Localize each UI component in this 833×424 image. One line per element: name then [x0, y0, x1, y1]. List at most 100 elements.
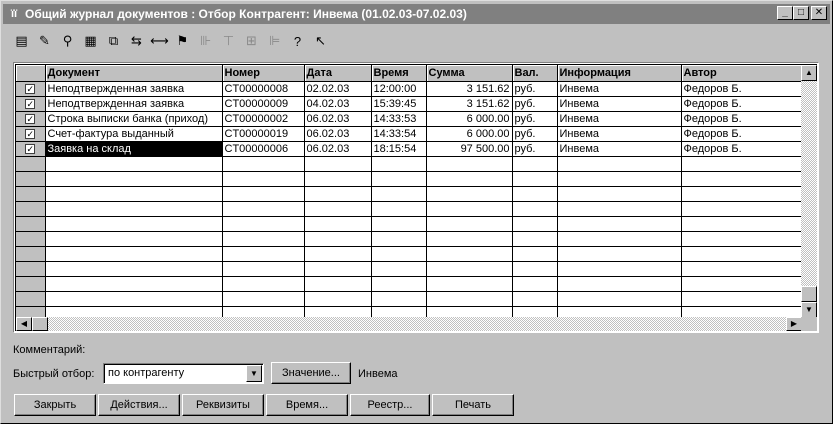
time-button[interactable]: Время...: [266, 394, 348, 416]
print-icon[interactable]: ▦: [80, 31, 101, 51]
scroll-left-button[interactable]: ◀: [16, 317, 32, 331]
cell-date: [304, 186, 372, 202]
table-row[interactable]: [16, 201, 803, 217]
minimize-button[interactable]: _: [777, 6, 793, 20]
column-header-currency[interactable]: Вал.: [512, 65, 558, 82]
row-marker: [16, 186, 46, 202]
close-button[interactable]: Закрыть: [14, 394, 96, 416]
cell-info: Инвема: [557, 96, 682, 112]
column-header-number[interactable]: Номер: [222, 65, 305, 82]
print-button[interactable]: Печать: [432, 394, 514, 416]
cell-num: CT00000002: [222, 111, 305, 127]
table-row[interactable]: [16, 291, 803, 307]
cell-time: 15:39:45: [371, 96, 427, 112]
horizontal-scrollbar[interactable]: ◀ ▶: [16, 317, 802, 331]
scroll-up-button[interactable]: ▲: [801, 65, 817, 81]
cell-info: [557, 186, 682, 202]
column-header-mark[interactable]: [16, 65, 46, 82]
table-row[interactable]: ✓ Счет-фактура выданный CT00000019 06.02.03…: [16, 126, 803, 142]
vertical-scroll-thumb[interactable]: [801, 286, 817, 302]
documents-table: Документ Номер Дата Время Сумма Вал. Информаци…: [16, 65, 803, 322]
maximize-button[interactable]: □: [793, 6, 809, 20]
cell-author: [681, 216, 803, 232]
row-marker: [16, 276, 46, 292]
hierarchy-icon[interactable]: ⊤: [218, 31, 239, 51]
table-row[interactable]: [16, 186, 803, 202]
column-header-author[interactable]: Автор: [681, 65, 803, 82]
table-row[interactable]: ✓ Заявка на склад CT00000006 06.02.03 18:15:…: [16, 141, 803, 157]
subordinate-icon[interactable]: ⊫: [264, 31, 285, 51]
move-icon[interactable]: ⇆: [126, 31, 147, 51]
column-header-sum[interactable]: Сумма: [426, 65, 513, 82]
table-row[interactable]: [16, 171, 803, 187]
scroll-right-button[interactable]: ▶: [786, 317, 802, 331]
register-button[interactable]: Реестр...: [350, 394, 430, 416]
column-header-time[interactable]: Время: [371, 65, 427, 82]
column-header-date[interactable]: Дата: [304, 65, 372, 82]
cell-cur: руб.: [512, 96, 558, 112]
cell-cur: руб.: [512, 81, 558, 97]
table-row[interactable]: [16, 156, 803, 172]
cell-time: [371, 231, 427, 247]
cell-info: Инвема: [557, 126, 682, 142]
filter-icon[interactable]: ⚑: [172, 31, 193, 51]
cell-cur: [512, 231, 558, 247]
context-help-icon[interactable]: ↖: [310, 31, 331, 51]
title-bar[interactable]: ïï Общий журнал документов : Отбор Контр…: [3, 4, 830, 24]
table-row[interactable]: [16, 246, 803, 262]
cell-info: [557, 291, 682, 307]
interval-icon[interactable]: ⟷: [149, 31, 170, 51]
cell-sum: [426, 261, 513, 277]
grid-header-row: Документ Номер Дата Время Сумма Вал. Информаци…: [16, 65, 803, 82]
row-marker: [16, 246, 46, 262]
close-window-button[interactable]: ✕: [811, 6, 827, 20]
table-row[interactable]: [16, 216, 803, 232]
table-row[interactable]: ✓ Строка выписки банка (приход) CT00000002…: [16, 111, 803, 127]
actions-button[interactable]: Действия...: [98, 394, 180, 416]
check-icon: ✓: [25, 83, 36, 94]
scroll-down-button[interactable]: ▼: [801, 302, 817, 318]
table-row[interactable]: ✓ Неподтвержденная заявка CT00000008 02.02.…: [16, 81, 803, 97]
copy-icon[interactable]: ⧉: [103, 31, 124, 51]
row-marker: [16, 261, 46, 277]
journal-window: ïï Общий журнал документов : Отбор Контр…: [0, 0, 833, 424]
quick-filter-select[interactable]: по контрагенту ▼: [103, 363, 264, 384]
cell-time: [371, 201, 427, 217]
table-row[interactable]: [16, 231, 803, 247]
documents-grid-frame: Документ Номер Дата Время Сумма Вал. Информаци…: [13, 62, 819, 333]
edit-icon[interactable]: ✎: [34, 31, 55, 51]
cell-num: [222, 216, 305, 232]
cell-date: [304, 201, 372, 217]
horizontal-scroll-thumb[interactable]: [32, 317, 48, 331]
help-icon[interactable]: ?: [287, 31, 308, 51]
cell-cur: [512, 156, 558, 172]
cell-doc: Заявка на склад: [45, 141, 223, 157]
value-button[interactable]: Значение...: [271, 362, 351, 384]
find-icon[interactable]: ⚲: [57, 31, 78, 51]
table-row[interactable]: [16, 261, 803, 277]
cell-author: [681, 201, 803, 217]
table-row[interactable]: ✓ Неподтвержденная заявка CT00000009 04.02.…: [16, 96, 803, 112]
requisites-button[interactable]: Реквизиты: [182, 394, 264, 416]
cell-doc: [45, 216, 223, 232]
cell-sum: [426, 156, 513, 172]
cell-doc: [45, 291, 223, 307]
chevron-down-icon[interactable]: ▼: [246, 365, 262, 382]
group-icon[interactable]: ⊞: [241, 31, 262, 51]
cell-info: [557, 171, 682, 187]
row-marker: [16, 291, 46, 307]
cell-num: [222, 156, 305, 172]
column-header-information[interactable]: Информация: [557, 65, 682, 82]
quick-filter-label: Быстрый отбор:: [13, 368, 95, 380]
vertical-scrollbar[interactable]: ▲ ▼: [801, 65, 817, 318]
cell-author: [681, 186, 803, 202]
table-row[interactable]: [16, 276, 803, 292]
documents-grid[interactable]: Документ Номер Дата Время Сумма Вал. Информаци…: [15, 64, 817, 331]
cell-date: 06.02.03: [304, 126, 372, 142]
cell-date: [304, 291, 372, 307]
column-header-document[interactable]: Документ: [45, 65, 223, 82]
cell-info: Инвема: [557, 141, 682, 157]
cell-info: [557, 261, 682, 277]
tree-icon[interactable]: ⊪: [195, 31, 216, 51]
new-icon[interactable]: ▤: [11, 31, 32, 51]
